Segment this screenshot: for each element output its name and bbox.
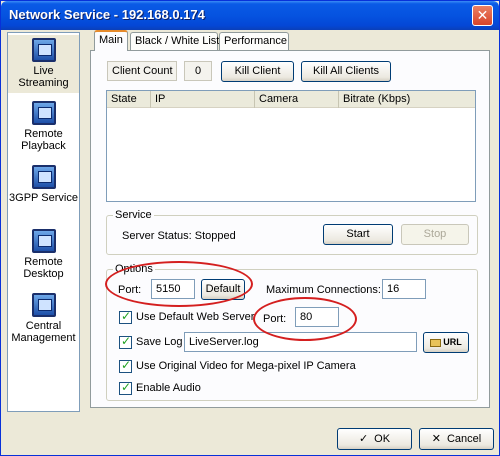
sidebar-item-central-management[interactable]: Central Management: [8, 291, 79, 353]
sidebar-item-remote-playback[interactable]: Remote Playback: [8, 99, 79, 157]
browse-log-label: URL: [443, 337, 462, 347]
check-icon: ✓: [358, 433, 369, 445]
stop-button[interactable]: Stop: [401, 224, 469, 245]
3gpp-service-icon: [31, 165, 56, 189]
tab-label: Main: [99, 34, 123, 46]
kill-client-button[interactable]: Kill Client: [221, 61, 294, 82]
cancel-label: Cancel: [446, 433, 482, 445]
title-bar[interactable]: Network Service - 192.168.0.174 ✕: [1, 1, 499, 30]
save-log-label: Save Log: [136, 336, 183, 348]
tab-main[interactable]: Main: [94, 30, 128, 51]
kill-all-clients-button[interactable]: Kill All Clients: [301, 61, 391, 82]
web-port-input[interactable]: 80: [295, 307, 339, 327]
save-log-checkbox[interactable]: [119, 334, 132, 349]
client-list-header: State IP Camera Bitrate (Kbps): [107, 91, 475, 108]
ok-button[interactable]: ✓ OK: [337, 428, 412, 450]
use-original-video-label: Use Original Video for Mega-pixel IP Cam…: [136, 360, 356, 372]
default-button[interactable]: Default: [201, 279, 245, 300]
browse-log-button[interactable]: URL: [423, 332, 469, 353]
tab-performance[interactable]: Performance: [219, 32, 289, 50]
client-list[interactable]: State IP Camera Bitrate (Kbps): [106, 90, 476, 202]
client-count-label: Client Count: [107, 61, 177, 81]
sidebar-item-label: 3GPP Service: [9, 192, 78, 204]
live-streaming-icon: [31, 38, 56, 62]
ok-label: OK: [374, 433, 391, 445]
folder-icon: [430, 338, 442, 347]
use-default-web-server-checkbox[interactable]: [119, 309, 132, 324]
use-default-web-server-label: Use Default Web Server: [136, 311, 255, 323]
sidebar-item-remote-desktop[interactable]: Remote Desktop: [8, 227, 79, 285]
sidebar-item-label: Remote Playback: [21, 128, 66, 152]
column-header-bitrate[interactable]: Bitrate (Kbps): [339, 91, 475, 108]
server-status-text: Server Status: Stopped: [122, 230, 236, 242]
sidebar-item-label: Remote Desktop: [23, 256, 64, 280]
enable-audio-checkbox[interactable]: [119, 380, 132, 395]
options-group-title: Options: [113, 263, 155, 275]
port-label: Port:: [118, 284, 142, 296]
use-original-video-checkbox[interactable]: [119, 358, 132, 373]
tab-label: Performance: [224, 35, 287, 47]
max-connections-input[interactable]: 16: [382, 279, 426, 299]
column-header-camera[interactable]: Camera: [255, 91, 339, 108]
sidebar-item-live-streaming[interactable]: Live Streaming: [8, 35, 79, 93]
client-count-value: 0: [184, 61, 212, 81]
column-header-state[interactable]: State: [107, 91, 151, 108]
close-button[interactable]: ✕: [472, 5, 493, 26]
sidebar-item-label: Central Management: [11, 320, 76, 344]
network-service-window: Network Service - 192.168.0.174 ✕ Live S…: [0, 0, 500, 456]
sidebar-item-label: Live Streaming: [18, 65, 69, 89]
web-port-label: Port:: [263, 313, 287, 325]
remote-desktop-icon: [31, 229, 56, 253]
remote-playback-icon: [31, 101, 56, 125]
close-icon: ✕: [476, 7, 489, 23]
enable-audio-label: Enable Audio: [136, 382, 201, 394]
central-management-icon: [31, 293, 56, 317]
sidebar-item-3gpp-service[interactable]: 3GPP Service: [8, 163, 79, 221]
log-file-input[interactable]: LiveServer.log: [184, 332, 417, 352]
start-button[interactable]: Start: [323, 224, 393, 245]
max-connections-label: Maximum Connections:: [266, 284, 381, 296]
window-title: Network Service - 192.168.0.174: [9, 7, 205, 22]
sidebar: Live Streaming Remote Playback 3GPP Serv…: [7, 32, 80, 412]
port-input[interactable]: 5150: [151, 279, 195, 299]
tab-label: Black / White List: [135, 35, 220, 47]
cancel-button[interactable]: ✕ Cancel: [419, 428, 494, 450]
service-group-title: Service: [113, 209, 154, 221]
tab-black-white-list[interactable]: Black / White List: [130, 32, 220, 50]
column-header-ip[interactable]: IP: [151, 91, 255, 108]
x-icon: ✕: [431, 433, 441, 445]
